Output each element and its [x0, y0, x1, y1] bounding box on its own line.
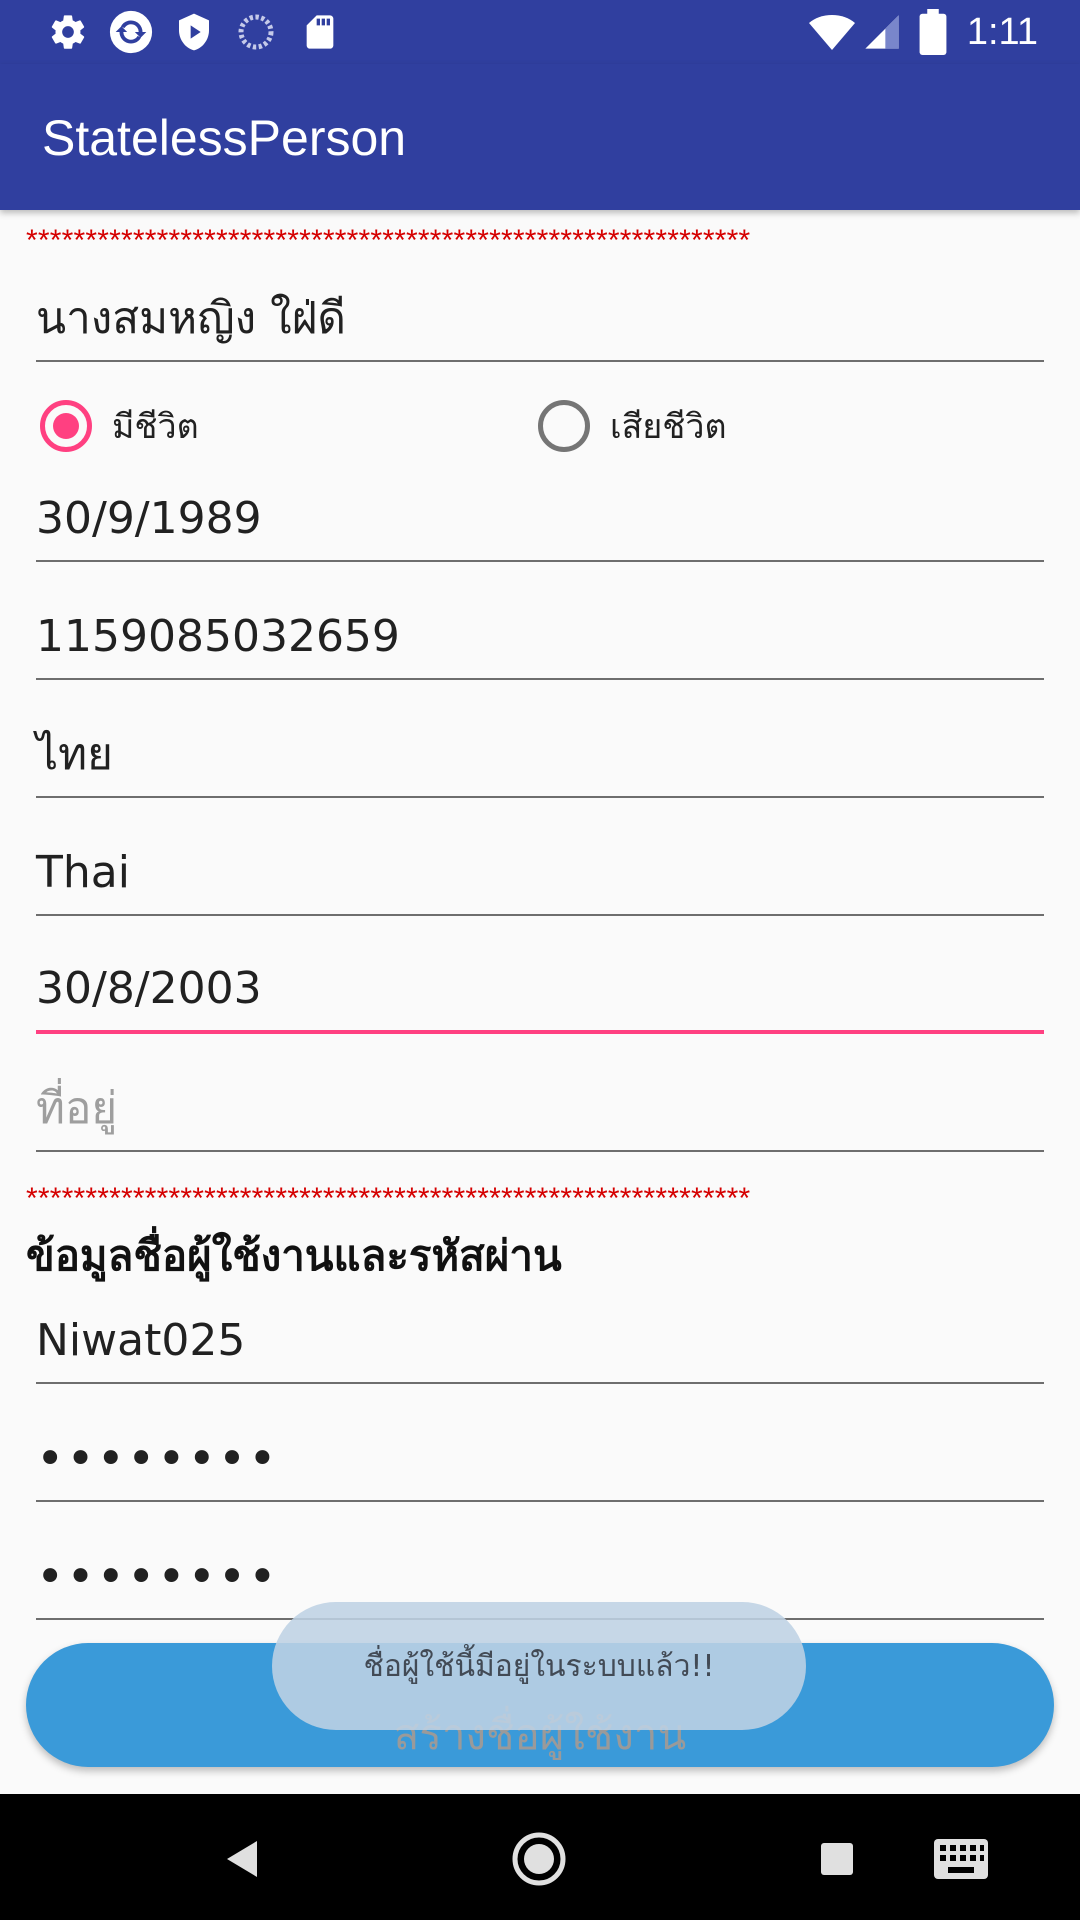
- password-value: ••••••••: [36, 1431, 279, 1487]
- status-deceased-radio[interactable]: เสียชีวิต: [538, 394, 727, 458]
- sd-card-icon: [306, 15, 334, 49]
- status-alive-label: มีชีวิต: [112, 407, 199, 447]
- issue-date-value: 30/8/2003: [36, 963, 262, 1014]
- clock-time: 1:11: [966, 11, 1038, 53]
- username-value: Niwat025: [36, 1315, 246, 1366]
- nationality-thai-value: ไทย: [36, 729, 113, 780]
- signal-icon: [865, 15, 899, 49]
- recents-button[interactable]: [802, 1824, 872, 1894]
- id-number-field[interactable]: 1159085032659: [36, 600, 1044, 680]
- full-name-field[interactable]: นางสมหญิง ใฝ่ดี: [36, 282, 1044, 362]
- status-bar: 1:11: [0, 0, 1080, 64]
- battery-icon: [919, 9, 947, 55]
- keyboard-button[interactable]: [924, 1824, 998, 1894]
- username-field[interactable]: Niwat025: [36, 1304, 1044, 1384]
- confirm-password-value: ••••••••: [36, 1549, 279, 1605]
- nationality-thai-field[interactable]: ไทย: [36, 718, 1044, 798]
- nationality-english-field[interactable]: Thai: [36, 836, 1044, 916]
- app-title: StatelessPerson: [42, 110, 407, 166]
- settings-icon: [51, 15, 85, 49]
- keyboard-icon: [934, 1839, 988, 1879]
- required-divider-bottom: ****************************************…: [26, 1184, 751, 1214]
- address-hint: ที่อยู่: [36, 1083, 118, 1134]
- sync-icon: [109, 10, 153, 54]
- required-divider-top: ****************************************…: [26, 226, 751, 256]
- id-number-value: 1159085032659: [36, 611, 400, 662]
- birth-date-field[interactable]: 30/9/1989: [36, 482, 1044, 562]
- wifi-icon: [809, 15, 855, 50]
- nationality-english-value: Thai: [36, 847, 130, 898]
- password-field[interactable]: ••••••••: [36, 1422, 1044, 1502]
- back-button[interactable]: [206, 1824, 276, 1894]
- radio-unchecked-icon: [538, 400, 590, 452]
- radio-checked-icon: [40, 400, 92, 452]
- navigation-bar: [0, 1794, 1080, 1920]
- app-bar: StatelessPerson: [0, 64, 1080, 210]
- back-icon: [227, 1841, 257, 1877]
- status-deceased-label: เสียชีวิต: [610, 407, 727, 447]
- toast-message: ชื่อผู้ใช้นี้มีอยู่ในระบบแล้ว!!: [272, 1602, 806, 1730]
- full-name-value: นางสมหญิง ใฝ่ดี: [36, 293, 346, 344]
- play-shield-icon: [179, 13, 209, 51]
- birth-date-value: 30/9/1989: [36, 493, 262, 544]
- address-field[interactable]: ที่อยู่: [36, 1072, 1044, 1152]
- toast-text: ชื่อผู้ใช้นี้มีอยู่ในระบบแล้ว!!: [363, 1648, 715, 1684]
- home-icon: [512, 1832, 566, 1886]
- loading-icon: [238, 14, 274, 50]
- status-alive-radio[interactable]: มีชีวิต: [40, 394, 199, 458]
- issue-date-field[interactable]: 30/8/2003: [36, 954, 1044, 1034]
- account-section-title: ข้อมูลชื่อผู้ใช้งานและรหัสผ่าน: [26, 1231, 562, 1280]
- home-button[interactable]: [504, 1824, 574, 1894]
- recents-icon: [821, 1843, 853, 1875]
